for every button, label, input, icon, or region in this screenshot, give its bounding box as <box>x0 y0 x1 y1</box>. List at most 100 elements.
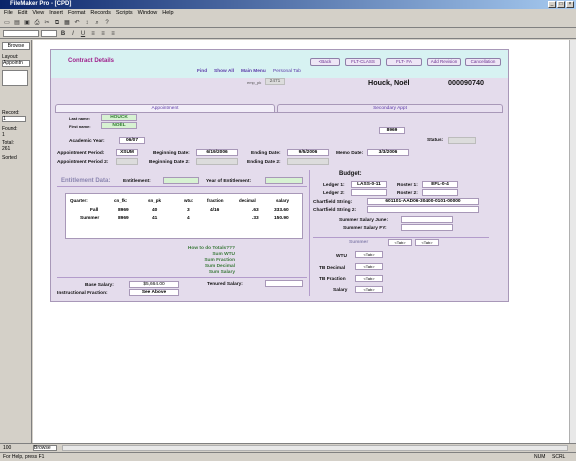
row2-salary[interactable]: 150.90 <box>274 216 289 221</box>
zoom-level[interactable]: 100 <box>3 445 11 451</box>
row1-salary[interactable]: 333.60 <box>274 208 289 213</box>
beginning-date-2-field[interactable] <box>196 158 238 165</box>
appointment-period-2-field[interactable] <box>116 158 138 165</box>
horizontal-scrollbar[interactable] <box>62 445 568 451</box>
emp-pk-field[interactable]: 2471 <box>265 78 285 85</box>
appointment-period-label: Appointment Period: <box>57 151 105 156</box>
menu-help[interactable]: Help <box>162 9 173 18</box>
align-right-icon[interactable]: ≡ <box>109 30 117 38</box>
menu-records[interactable]: Records <box>90 9 110 18</box>
summer-tab-1[interactable]: <Tab> <box>388 239 412 246</box>
cut-icon[interactable]: ✂ <box>43 19 51 27</box>
undo-icon[interactable]: ↶ <box>73 19 81 27</box>
show-all-link[interactable]: Show All <box>214 69 234 74</box>
scrl-indicator: SCRL <box>552 454 566 460</box>
base-salary-field[interactable]: $5,664.00 <box>129 281 179 288</box>
ledger-1-label: Ledger 1: <box>323 183 345 188</box>
mode-label[interactable]: Browse <box>2 42 30 50</box>
personal-tab-link[interactable]: Personal Tab <box>273 69 301 74</box>
row2-sn-pk[interactable]: 41 <box>152 216 157 221</box>
find-icon[interactable]: ⌕ <box>93 19 101 27</box>
ledger-2-field[interactable] <box>351 189 387 196</box>
menu-edit[interactable]: Edit <box>18 9 27 18</box>
col-quarter: Quarter: <box>70 198 88 203</box>
summer-tab-2[interactable]: <Tab> <box>415 239 439 246</box>
first-name-field[interactable]: NOËL <box>101 122 137 129</box>
row1-wtu[interactable]: 3 <box>187 208 190 213</box>
italic-icon[interactable]: I <box>69 30 77 38</box>
summer-tb-fraction-field[interactable]: <Tab> <box>355 275 383 282</box>
summer-title: Summer <box>349 240 369 245</box>
save-icon[interactable]: ▣ <box>23 19 31 27</box>
row1-fraction[interactable]: 4/16 <box>210 208 219 213</box>
summer-salary-field[interactable]: <Tab> <box>355 286 383 293</box>
cancellation-button[interactable]: Cancellation <box>465 58 501 66</box>
row2-wtu[interactable]: 4 <box>187 216 190 221</box>
menu-view[interactable]: View <box>32 9 44 18</box>
entitlement-section-label: Entitlement Data: <box>61 178 111 184</box>
menu-scripts[interactable]: Scripts <box>116 9 133 18</box>
row2-decimal[interactable]: .33 <box>252 216 259 221</box>
menu-window[interactable]: Window <box>138 9 158 18</box>
open-icon[interactable]: ▤ <box>13 19 21 27</box>
record-input[interactable]: 1 <box>2 116 26 122</box>
menu-format[interactable]: Format <box>68 9 85 18</box>
font-select[interactable] <box>3 30 39 37</box>
row1-cn-fk[interactable]: 8969 <box>118 208 129 213</box>
new-icon[interactable]: ▭ <box>3 19 11 27</box>
find-link[interactable]: Find <box>197 69 207 74</box>
help-icon[interactable]: ? <box>103 19 111 27</box>
row1-sn-pk[interactable]: 40 <box>152 208 157 213</box>
chartfield-string-field[interactable]: 601101-AAD06-30400-0101-00000 <box>367 198 479 205</box>
ending-date-2-field[interactable] <box>287 158 329 165</box>
academic-year-field[interactable]: 06/07 <box>119 137 145 144</box>
flt-fa-button[interactable]: FLT- FA <box>386 58 422 66</box>
add-revision-button[interactable]: Add Revision <box>427 58 461 66</box>
roster-1-field[interactable]: EFL-0-4 <box>422 181 458 188</box>
beginning-date-field[interactable]: 6/19/2006 <box>196 149 238 156</box>
bold-icon[interactable]: B <box>59 30 67 38</box>
summer-wtu-field[interactable]: <Tab> <box>355 251 383 258</box>
underline-icon[interactable]: U <box>79 30 87 38</box>
sort-icon[interactable]: ↕ <box>83 19 91 27</box>
minimize-button[interactable]: _ <box>548 1 556 8</box>
entitlement-field[interactable] <box>163 177 199 184</box>
mode-popup[interactable]: Browse <box>33 445 57 451</box>
row1-decimal[interactable]: .63 <box>252 208 259 213</box>
paste-icon[interactable]: ▦ <box>63 19 71 27</box>
align-center-icon[interactable]: ≡ <box>99 30 107 38</box>
print-icon[interactable]: ⎙ <box>33 19 41 27</box>
flt-class-button[interactable]: FLT-CLASS <box>345 58 381 66</box>
status-field[interactable] <box>448 137 476 144</box>
summer-tb-decimal-field[interactable]: <Tab> <box>355 263 383 270</box>
main-menu-link[interactable]: Main Menu <box>241 69 266 74</box>
size-select[interactable] <box>41 30 57 37</box>
tab-appointment[interactable]: Appointment <box>55 104 275 112</box>
layout-select[interactable]: Appointn <box>2 60 30 67</box>
appointment-period-field[interactable]: XSUM <box>116 149 138 156</box>
menu-insert[interactable]: Insert <box>49 9 63 18</box>
vertical-scrollbar[interactable] <box>569 40 576 443</box>
close-button[interactable]: × <box>566 1 574 8</box>
summer-salary-june-field[interactable] <box>401 216 453 223</box>
back-button[interactable]: <Back <box>310 58 340 66</box>
code-field[interactable]: 8969 <box>379 127 405 134</box>
ledger-1-field[interactable]: LASS-0-11 <box>351 181 387 188</box>
copy-icon[interactable]: ⧉ <box>53 19 61 27</box>
memo-date-field[interactable]: 3/3/2006 <box>367 149 409 156</box>
maximize-button[interactable]: □ <box>557 1 565 8</box>
chartfield-string-2-field[interactable] <box>367 206 479 213</box>
tab-secondary-appt[interactable]: Secondary Appt <box>277 104 503 112</box>
summer-salary-fy-field[interactable] <box>401 224 453 231</box>
instructional-fraction-field[interactable]: See Above <box>129 289 179 296</box>
tenured-salary-field[interactable] <box>265 280 303 287</box>
last-name-field[interactable]: HOUCK <box>101 114 137 121</box>
roster-2-field[interactable] <box>422 189 458 196</box>
row2-cn-fk[interactable]: 8969 <box>118 216 129 221</box>
first-name-label: First name: <box>69 124 91 129</box>
align-left-icon[interactable]: ≡ <box>89 30 97 38</box>
menu-file[interactable]: File <box>4 9 13 18</box>
ending-date-field[interactable]: 9/5/2006 <box>287 149 329 156</box>
year-of-entitlement-field[interactable] <box>265 177 303 184</box>
book-icon[interactable] <box>2 70 28 86</box>
